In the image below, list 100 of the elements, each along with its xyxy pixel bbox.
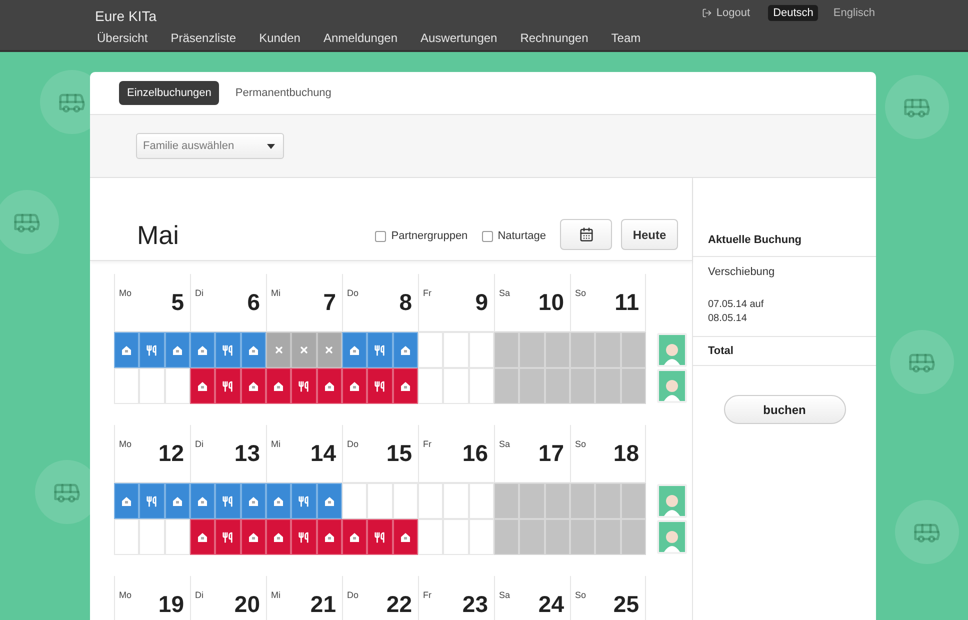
weekday-label: Mo: [119, 590, 132, 602]
weekday-label: Sa: [499, 439, 510, 451]
weekday-label: Di: [195, 288, 204, 300]
house-icon: [349, 344, 360, 356]
logout-icon: [702, 8, 712, 18]
weekday-label: Sa: [499, 288, 510, 300]
house-icon: [324, 380, 335, 392]
nav-link[interactable]: Kunden: [259, 31, 300, 45]
weekday-label: Do: [347, 590, 359, 602]
nav-link[interactable]: Rechnungen: [520, 31, 588, 45]
checkbox[interactable]: [482, 230, 493, 242]
day-number: 17: [538, 440, 564, 468]
day-number: 19: [158, 591, 184, 619]
day-number: 5: [171, 289, 184, 317]
weekday-label: Mi: [271, 439, 280, 451]
house-icon: [349, 532, 360, 542]
cutlery-icon: [146, 496, 158, 506]
language-link[interactable]: Deutsch: [768, 5, 818, 21]
house-icon: [400, 380, 411, 392]
weekday-label: Di: [195, 590, 204, 602]
day-number: 11: [614, 289, 639, 317]
house-icon: [324, 496, 335, 506]
day-number: 15: [386, 440, 412, 468]
house-icon: [197, 496, 208, 506]
cutlery-icon: [222, 344, 234, 356]
caret-icon: [267, 144, 275, 148]
child-silhouette-icon: [662, 528, 682, 552]
child-silhouette-icon: [662, 492, 682, 516]
nav-link[interactable]: Auswertungen: [420, 31, 498, 45]
house-icon: [248, 344, 259, 356]
booking-type: Verschiebung: [707, 265, 776, 280]
weekday-label: Di: [195, 439, 204, 451]
weekday-label: So: [575, 439, 586, 451]
cutlery-icon: [374, 380, 386, 392]
cutlery-icon: [298, 496, 310, 506]
calendar-icon: [578, 227, 594, 242]
nav-link[interactable]: Übersicht: [97, 31, 148, 45]
day-number: 6: [247, 289, 260, 317]
tab[interactable]: Permanentbuchung: [227, 81, 340, 105]
day-number: 13: [234, 440, 260, 468]
weekday-label: Fr: [423, 439, 432, 451]
day-number: 22: [386, 591, 412, 619]
house-icon: [248, 532, 259, 542]
house-icon: [324, 532, 335, 542]
house-icon: [349, 380, 360, 392]
month-title: Mai: [137, 220, 179, 251]
weekday-label: Mi: [271, 288, 280, 300]
weekday-label: Mo: [119, 439, 132, 451]
house-icon: [273, 532, 284, 542]
day-number: 12: [158, 440, 184, 468]
house-icon: [400, 532, 411, 542]
house-icon: [273, 496, 284, 506]
day-number: 14: [310, 440, 336, 468]
house-icon: [172, 344, 183, 356]
house-icon: [197, 344, 208, 356]
cutlery-icon: [146, 344, 158, 356]
child-silhouette-icon: [662, 341, 682, 365]
house-icon: [172, 496, 183, 506]
house-icon: [197, 532, 208, 542]
day-number: 24: [538, 591, 564, 619]
sidebar-heading: Aktuelle Buchung: [693, 178, 876, 257]
total-label: Total: [693, 337, 876, 366]
day-number: 18: [613, 440, 639, 468]
filter-checkbox[interactable]: Naturtage: [482, 230, 546, 242]
brand-name[interactable]: Eure KITa: [95, 8, 641, 24]
child-silhouette-icon: [662, 377, 682, 401]
weekday-label: So: [575, 590, 586, 602]
day-number: 25: [613, 591, 639, 619]
book-button[interactable]: buchen: [724, 395, 846, 424]
cross-icon: [274, 345, 284, 355]
cutlery-icon: [222, 496, 234, 506]
checkbox-label: Partnergruppen: [391, 230, 468, 242]
cross-icon: [324, 345, 334, 355]
house-icon: [121, 344, 132, 356]
family-select[interactable]: Familie auswählen: [136, 133, 284, 159]
booking-details: 07.05.14 auf 08.05.14: [693, 298, 876, 337]
cutlery-icon: [374, 532, 386, 542]
calendar-button[interactable]: [560, 219, 612, 250]
nav-link[interactable]: Präsenzliste: [170, 31, 236, 45]
day-number: 9: [475, 289, 488, 317]
today-button[interactable]: Heute: [621, 219, 678, 250]
nav-link[interactable]: Anmeldungen: [323, 31, 398, 45]
weekday-label: Fr: [423, 590, 432, 602]
cutlery-icon: [298, 532, 310, 542]
day-number: 21: [310, 591, 336, 619]
day-number: 23: [462, 591, 488, 619]
language-link[interactable]: Englisch: [828, 5, 880, 21]
filter-checkbox[interactable]: Partnergruppen: [375, 230, 468, 242]
house-icon: [400, 344, 411, 356]
checkbox[interactable]: [375, 230, 386, 242]
weekday-label: Fr: [423, 288, 432, 300]
house-icon: [273, 380, 284, 392]
day-number: 20: [234, 591, 260, 619]
cross-icon: [298, 345, 309, 355]
house-icon: [248, 496, 259, 506]
tab[interactable]: Einzelbuchungen: [119, 81, 220, 105]
weekday-label: Mo: [119, 288, 132, 300]
house-icon: [121, 496, 132, 506]
nav-link[interactable]: Team: [611, 31, 641, 45]
logout-link[interactable]: Logout: [702, 5, 750, 21]
